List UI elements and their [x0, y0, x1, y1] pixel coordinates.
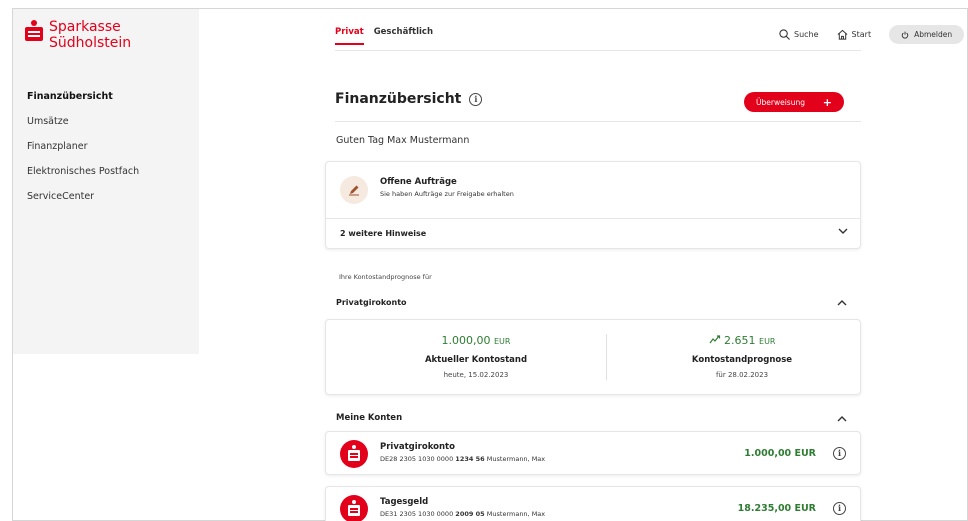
greeting: Guten Tag Max Mustermann	[336, 135, 470, 146]
account-iban: DE31 2305 1030 0000 2009 05 Mustermann, …	[380, 510, 545, 518]
top-actions: Suche Start Abmelden	[779, 25, 965, 44]
search-button[interactable]: Suche	[779, 29, 819, 40]
current-amount-currency: EUR	[494, 337, 511, 346]
tab-geschaeftlich[interactable]: Geschäftlich	[374, 27, 433, 45]
current-amount-value: 1.000,00	[441, 334, 491, 347]
transfer-button[interactable]: Überweisung +	[744, 92, 844, 112]
chevron-down-icon[interactable]	[838, 228, 848, 238]
forecast-label: Ihre Kontostandprognose für	[339, 273, 432, 281]
plus-icon: +	[822, 95, 832, 109]
brand-line2: Südholstein	[49, 35, 132, 51]
forecast-card: 1.000,00 EUR Aktueller Kontostand heute,…	[325, 319, 861, 395]
sidebar: Sparkasse Südholstein Finanzübersicht Um…	[13, 9, 199, 354]
account-iban: DE28 2305 1030 0000 1234 56 Mustermann, …	[380, 455, 545, 463]
forecast-balance-col: 2.651 EUR Kontostandprognose für 28.02.2…	[622, 334, 862, 379]
tabs-divider	[335, 50, 861, 51]
forecast-balance-label: Kontostandprognose	[691, 355, 793, 365]
sparkasse-logo-icon	[340, 495, 368, 521]
info-icon[interactable]: i	[833, 502, 846, 515]
open-orders-card: Offene Aufträge Sie haben Aufträge zur F…	[325, 161, 861, 249]
sidebar-item-finanzplaner[interactable]: Finanzplaner	[27, 141, 139, 166]
search-label: Suche	[794, 30, 819, 39]
logout-label: Abmelden	[914, 30, 953, 39]
context-tabs: Privat Geschäftlich	[335, 27, 433, 45]
info-icon[interactable]: i	[469, 92, 483, 106]
orders-divider	[326, 218, 860, 219]
home-label: Start	[851, 30, 872, 39]
home-icon	[837, 29, 847, 40]
power-icon	[901, 31, 909, 39]
account-balance: 18.235,00 EUR	[737, 503, 816, 514]
chevron-up-icon[interactable]	[837, 415, 847, 425]
brand-line1: Sparkasse	[49, 19, 121, 35]
pen-icon	[340, 176, 368, 204]
forecast-amount-value: 2.651	[724, 334, 756, 347]
info-icon[interactable]: i	[833, 447, 846, 460]
forecast-amount-currency: EUR	[759, 337, 776, 346]
sidebar-item-umsaetze[interactable]: Umsätze	[27, 116, 139, 141]
account-owner: Mustermann, Max	[486, 455, 546, 463]
current-balance-amount: 1.000,00 EUR	[356, 334, 596, 347]
iban-suffix: 1234 56	[455, 455, 485, 463]
sidebar-item-postfach[interactable]: Elektronisches Postfach	[27, 166, 139, 191]
chevron-up-icon[interactable]	[837, 299, 847, 309]
iban-prefix: DE28 2305 1030 0000	[380, 455, 454, 463]
open-orders-title[interactable]: Offene Aufträge	[380, 177, 457, 187]
account-row-privatgirokonto[interactable]: Privatgirokonto DE28 2305 1030 0000 1234…	[325, 431, 861, 475]
open-orders-subtitle: Sie haben Aufträge zur Freigabe erhalten	[380, 190, 514, 198]
sidebar-item-servicecenter[interactable]: ServiceCenter	[27, 191, 139, 216]
iban-suffix: 2009 05	[455, 510, 485, 518]
logout-button[interactable]: Abmelden	[889, 25, 965, 44]
page-title: Finanzübersicht i	[335, 91, 483, 107]
current-balance-date: heute, 15.02.2023	[443, 371, 509, 379]
sparkasse-logo-icon	[25, 20, 43, 42]
forecast-balance-date: für 28.02.2023	[715, 371, 769, 379]
forecast-balance-amount: 2.651 EUR	[622, 334, 862, 347]
sidebar-nav: Finanzübersicht Umsätze Finanzplaner Ele…	[27, 91, 139, 216]
account-row-tagesgeld[interactable]: Tagesgeld DE31 2305 1030 0000 2009 05 Mu…	[325, 486, 861, 521]
transfer-label: Überweisung	[756, 97, 805, 107]
home-button[interactable]: Start	[837, 29, 872, 40]
trend-up-icon	[709, 335, 720, 344]
current-balance-col: 1.000,00 EUR Aktueller Kontostand heute,…	[356, 334, 596, 379]
title-divider	[335, 121, 861, 122]
sidebar-item-finanzuebersicht[interactable]: Finanzübersicht	[27, 91, 139, 116]
forecast-account-name[interactable]: Privatgirokonto	[336, 298, 407, 307]
brand-name: Sparkasse Südholstein	[49, 19, 131, 51]
current-balance-label: Aktueller Kontostand	[424, 355, 528, 365]
more-hints-toggle[interactable]: 2 weitere Hinweise	[340, 229, 426, 238]
iban-prefix: DE31 2305 1030 0000	[380, 510, 454, 518]
brand-logo[interactable]: Sparkasse Südholstein	[25, 19, 131, 51]
account-name: Privatgirokonto	[380, 442, 455, 452]
account-balance: 1.000,00 EUR	[744, 448, 816, 459]
page-title-text: Finanzübersicht	[335, 91, 462, 107]
accounts-heading[interactable]: Meine Konten	[336, 413, 402, 423]
forecast-separator	[606, 334, 607, 380]
account-name: Tagesgeld	[380, 497, 429, 507]
more-hints-label: 2 weitere Hinweise	[340, 229, 427, 238]
search-icon	[779, 29, 790, 40]
account-owner: Mustermann, Max	[486, 510, 546, 518]
tab-privat[interactable]: Privat	[335, 27, 364, 45]
app-frame: Sparkasse Südholstein Finanzübersicht Um…	[12, 8, 968, 521]
sparkasse-logo-icon	[340, 440, 368, 468]
